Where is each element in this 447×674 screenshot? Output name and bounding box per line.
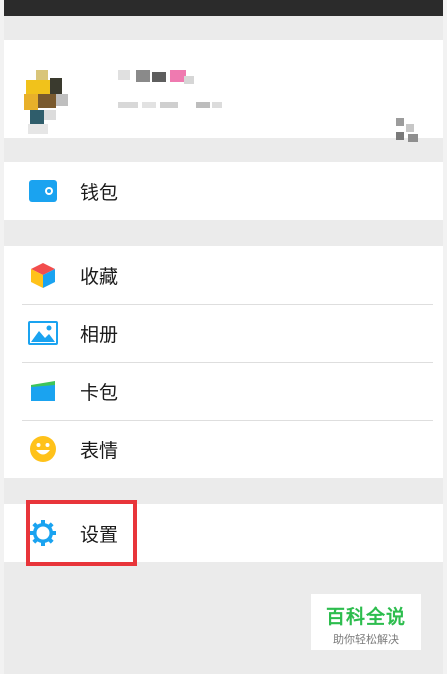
right-frame <box>443 0 447 674</box>
status-bar <box>4 0 443 16</box>
smiley-icon <box>28 434 58 464</box>
me-screen: 钱包 收藏 相册 卡包 表情 设置 百科全说 助你轻松解决 <box>4 0 443 674</box>
highlight-box <box>26 500 137 566</box>
cube-icon <box>28 260 58 290</box>
profile-card[interactable] <box>4 40 443 142</box>
menu-item-label: 卡包 <box>80 381 119 404</box>
menu-item-label: 收藏 <box>80 265 119 288</box>
menu-item-label: 相册 <box>80 323 119 346</box>
features-group: 收藏 相册 卡包 表情 <box>4 246 443 478</box>
wallet-group: 钱包 <box>4 162 443 220</box>
watermark-subtitle: 助你轻松解决 <box>333 633 399 646</box>
menu-item-wallet[interactable]: 钱包 <box>4 162 443 220</box>
menu-item-album[interactable]: 相册 <box>4 304 443 362</box>
avatar[interactable] <box>22 70 72 134</box>
menu-item-stickers[interactable]: 表情 <box>4 420 443 478</box>
wallet-icon <box>28 176 58 206</box>
menu-item-cards[interactable]: 卡包 <box>4 362 443 420</box>
menu-item-label: 表情 <box>80 439 119 462</box>
menu-item-label: 钱包 <box>80 181 119 204</box>
qr-code-icon[interactable] <box>396 118 420 142</box>
card-icon <box>28 376 58 406</box>
image-icon <box>28 318 58 348</box>
watermark: 百科全说 助你轻松解决 <box>311 594 421 650</box>
menu-item-favorites[interactable]: 收藏 <box>4 246 443 304</box>
watermark-title: 百科全说 <box>325 606 406 628</box>
